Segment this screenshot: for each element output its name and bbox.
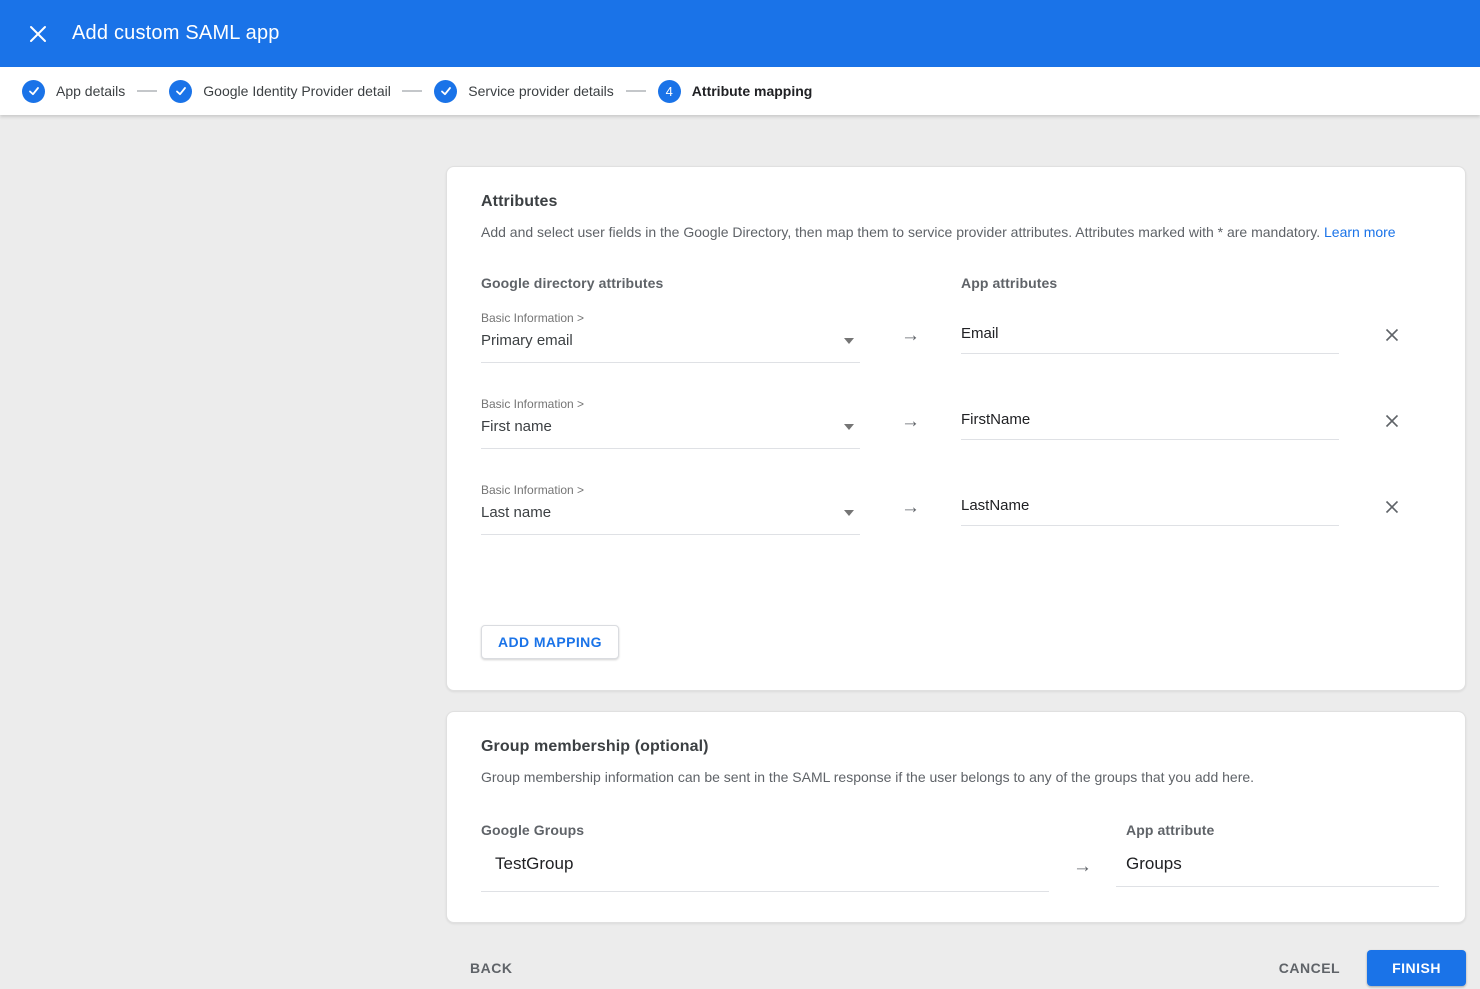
group-mapping-row: → (481, 844, 1431, 892)
step-label: Google Identity Provider details (203, 83, 390, 99)
step-completed-check-icon (22, 80, 45, 103)
step-number-badge: 4 (658, 80, 681, 103)
step-app-details[interactable]: App details (22, 80, 125, 103)
directory-attribute-select[interactable]: Basic Information > First name (481, 397, 860, 449)
attributes-card-description: Add and select user fields in the Google… (481, 224, 1431, 241)
step-connector (626, 90, 646, 92)
directory-attribute-value: First name (481, 418, 552, 435)
directory-attribute-value: Last name (481, 504, 551, 521)
dropdown-arrow-icon (844, 338, 854, 344)
step-google-idp-details[interactable]: Google Identity Provider details (169, 80, 390, 103)
page-title: Add custom SAML app (72, 22, 280, 45)
directory-attribute-select[interactable]: Basic Information > Primary email (481, 311, 860, 363)
attribute-category-label: Basic Information > (481, 397, 860, 411)
mapping-arrow-icon: → (860, 483, 961, 519)
close-icon (1384, 331, 1400, 346)
wizard-stepper: App details Google Identity Provider det… (0, 67, 1480, 115)
cancel-button[interactable]: CANCEL (1275, 952, 1344, 984)
mapping-arrow-icon: → (1049, 844, 1116, 878)
google-groups-input[interactable] (481, 844, 1049, 892)
step-label: Attribute mapping (692, 83, 813, 99)
dialog-header: Add custom SAML app (0, 0, 1480, 67)
close-icon (29, 25, 47, 43)
group-app-attribute-input[interactable] (1116, 844, 1439, 887)
attributes-card: Attributes Add and select user fields in… (446, 166, 1466, 691)
remove-mapping-button[interactable] (1353, 325, 1431, 345)
close-icon (1384, 417, 1400, 432)
directory-attribute-value: Primary email (481, 332, 573, 349)
app-attribute-input[interactable] (961, 487, 1339, 526)
mapping-row: Basic Information > Last name → (481, 483, 1431, 535)
add-mapping-button[interactable]: ADD MAPPING (481, 625, 619, 659)
app-attributes-header: App attributes (961, 275, 1339, 291)
step-connector (402, 90, 422, 92)
google-directory-attributes-header: Google directory attributes (481, 275, 860, 291)
app-attribute-input[interactable] (961, 401, 1339, 440)
mapping-rows: Basic Information > Primary email → Basi… (481, 311, 1431, 535)
step-completed-check-icon (169, 80, 192, 103)
app-attribute-input[interactable] (961, 315, 1339, 354)
finish-button[interactable]: FINISH (1367, 950, 1466, 986)
step-connector (137, 90, 157, 92)
group-column-headers: Google Groups App attribute (481, 822, 1431, 838)
step-attribute-mapping[interactable]: 4 Attribute mapping (658, 80, 813, 103)
dropdown-arrow-icon (844, 510, 854, 516)
close-button[interactable] (20, 16, 56, 52)
google-groups-header: Google Groups (481, 822, 1049, 838)
attributes-card-title: Attributes (481, 193, 1431, 211)
group-membership-card: Group membership (optional) Group member… (446, 711, 1466, 923)
attribute-category-label: Basic Information > (481, 483, 860, 497)
mapping-column-headers: Google directory attributes App attribut… (481, 275, 1431, 291)
mapping-row: Basic Information > First name → (481, 397, 1431, 449)
step-service-provider-details[interactable]: Service provider details (434, 80, 614, 103)
dropdown-arrow-icon (844, 424, 854, 430)
directory-attribute-select[interactable]: Basic Information > Last name (481, 483, 860, 535)
mapping-arrow-icon: → (860, 311, 961, 347)
footer-actions: BACK CANCEL FINISH (446, 950, 1466, 986)
step-label: Service provider details (468, 83, 614, 99)
mapping-arrow-icon: → (860, 397, 961, 433)
remove-mapping-button[interactable] (1353, 411, 1431, 431)
step-label: App details (56, 83, 125, 99)
learn-more-link[interactable]: Learn more (1324, 224, 1396, 240)
mapping-row: Basic Information > Primary email → (481, 311, 1431, 363)
close-icon (1384, 503, 1400, 518)
remove-mapping-button[interactable] (1353, 497, 1431, 517)
back-button[interactable]: BACK (466, 952, 516, 984)
app-attribute-header: App attribute (1116, 822, 1467, 838)
attribute-category-label: Basic Information > (481, 311, 860, 325)
step-completed-check-icon (434, 80, 457, 103)
group-membership-description: Group membership information can be sent… (481, 769, 1431, 786)
group-membership-title: Group membership (optional) (481, 738, 1431, 756)
